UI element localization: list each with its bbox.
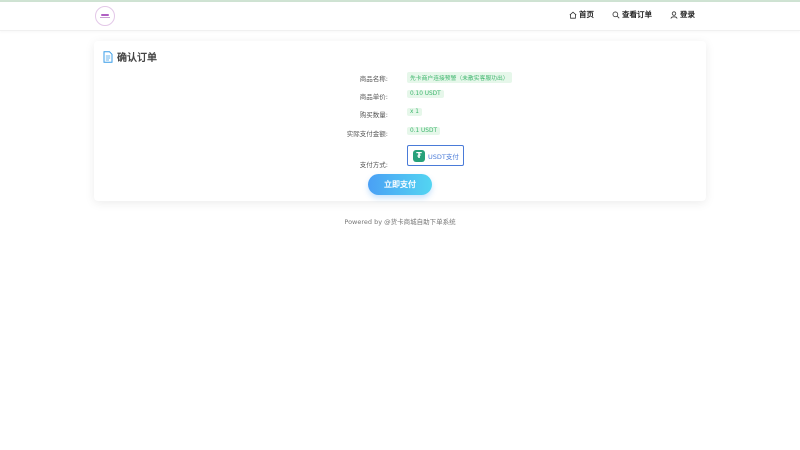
total-amount-label: 实际支付金额: — [346, 130, 388, 138]
payment-option-label: USDT支付 — [428, 152, 459, 161]
product-name-label: 商品名称: — [359, 75, 388, 83]
nav-links: 首页 查看订单 登录 — [551, 9, 695, 20]
search-icon — [612, 11, 620, 18]
payment-method-label: 支付方式: — [359, 161, 388, 169]
row-total-amount: 实际支付金额: 0.1 USDT — [94, 126, 706, 138]
card-header: 确认订单 — [103, 49, 157, 64]
document-icon — [103, 50, 113, 63]
nav-login[interactable]: 登录 — [670, 9, 695, 20]
product-name-value: 先卡商户连接预警（未散实客服功出） — [407, 72, 512, 83]
row-quantity: 购买数量: x 1 — [94, 107, 706, 119]
nav-orders-label: 查看订单 — [622, 10, 652, 19]
site-logo[interactable] — [95, 6, 115, 26]
payment-option-usdt[interactable]: ₮ USDT支付 — [407, 145, 464, 166]
unit-price-value: 0.10 USDT — [407, 90, 444, 98]
unit-price-label: 商品单价: — [359, 93, 388, 101]
nav-orders[interactable]: 查看订单 — [612, 9, 652, 20]
tether-icon: ₮ — [413, 149, 425, 162]
total-amount-value: 0.1 USDT — [407, 127, 440, 135]
nav-home[interactable]: 首页 — [569, 9, 594, 20]
confirm-order-card: 确认订单 商品名称: 先卡商户连接预警（未散实客服功出） 商品单价: 0.10 … — [94, 41, 706, 201]
quantity-value: x 1 — [407, 108, 422, 116]
pay-now-button[interactable]: 立即支付 — [368, 174, 432, 195]
navbar: 首页 查看订单 登录 — [0, 2, 800, 31]
quantity-label: 购买数量: — [359, 111, 388, 119]
row-unit-price: 商品单价: 0.10 USDT — [94, 89, 706, 101]
nav-home-label: 首页 — [579, 10, 594, 19]
footer-powered-by: Powered by @货卡商城自助下单系统 — [344, 218, 456, 226]
row-product-name: 商品名称: 先卡商户连接预警（未散实客服功出） — [94, 71, 706, 83]
logo-mark — [101, 14, 109, 16]
row-payment-method: 支付方式: ₮ USDT支付 — [94, 145, 706, 169]
nav-login-label: 登录 — [680, 10, 695, 19]
logo-mark-line — [100, 17, 110, 18]
page-title: 确认订单 — [117, 53, 157, 64]
user-icon — [670, 10, 678, 19]
home-icon — [569, 11, 577, 19]
